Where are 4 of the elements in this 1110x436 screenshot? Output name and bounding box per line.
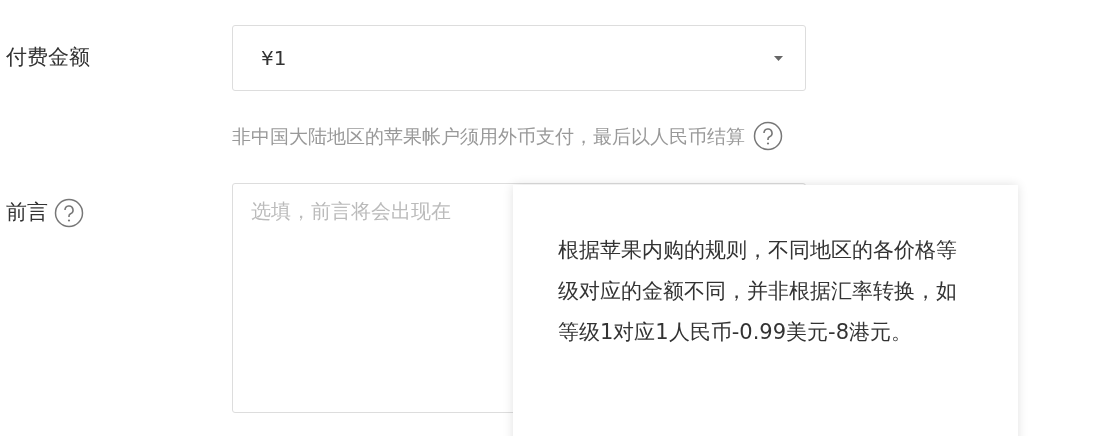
- field-label: 付费金额: [6, 44, 90, 71]
- hint-text: 非中国大陆地区的苹果帐户须用外币支付，最后以人民币结算: [232, 124, 745, 149]
- tooltip-text: 根据苹果内购的规则，不同地区的各价格等级对应的金额不同，并非根据汇率转换，如等级1对应1人民币-0.99美元-8港元。: [558, 237, 958, 346]
- field-label: 前言: [6, 199, 48, 226]
